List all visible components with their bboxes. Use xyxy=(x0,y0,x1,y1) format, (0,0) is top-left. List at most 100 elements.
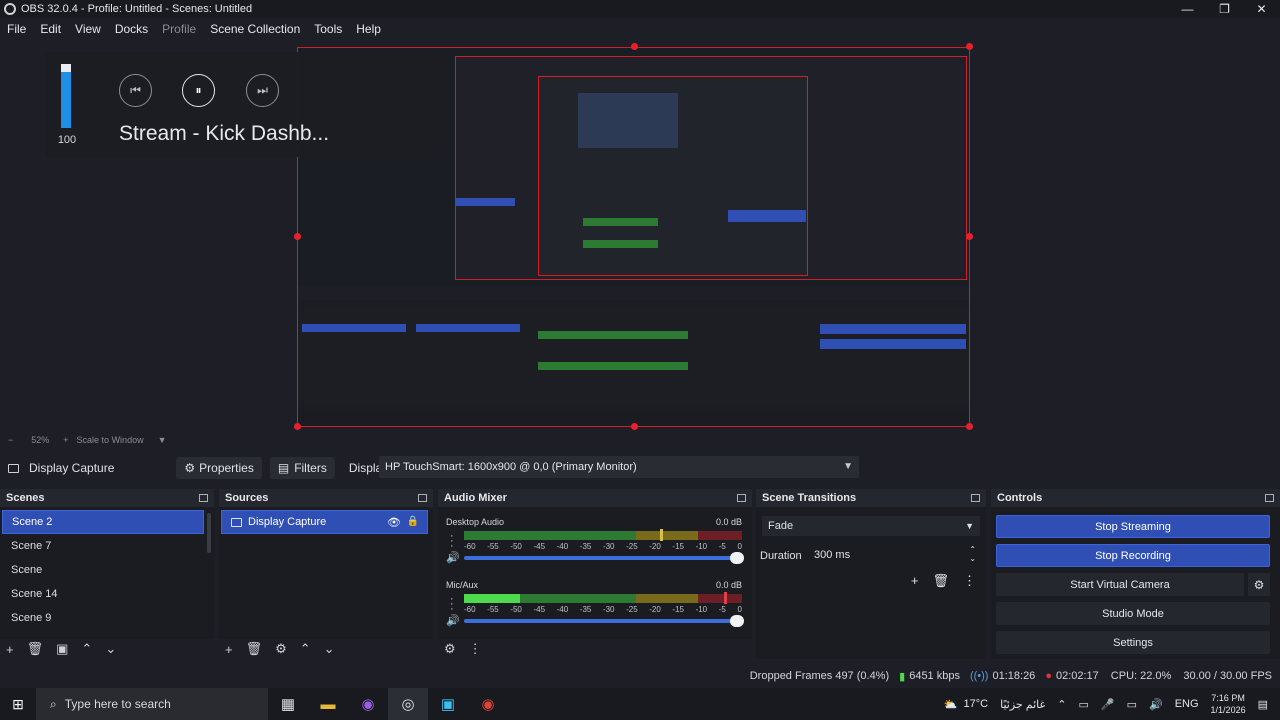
channel-menu-icon[interactable]: · · · xyxy=(450,594,454,615)
spin-arrows-icon[interactable]: ⌃ ⌄ xyxy=(969,545,976,563)
scene-item[interactable]: Scene 9 xyxy=(2,606,204,630)
show-hidden-icons[interactable]: ⌃ xyxy=(1057,698,1066,711)
settings-button[interactable]: Settings xyxy=(996,631,1270,654)
resize-handle[interactable] xyxy=(294,233,301,240)
undock-icon[interactable] xyxy=(199,494,208,502)
close-button[interactable]: ✕ xyxy=(1243,0,1280,18)
volume-icon[interactable]: 🔊 xyxy=(1149,698,1163,711)
trash-icon[interactable]: 🗑 xyxy=(27,641,44,657)
scene-filter-icon[interactable]: ▣ xyxy=(56,641,68,657)
volume-fader[interactable] xyxy=(464,615,744,627)
undock-icon[interactable] xyxy=(737,494,746,502)
filters-button[interactable]: ▤ Filters xyxy=(269,457,335,479)
stop-streaming-button[interactable]: Stop Streaming xyxy=(996,515,1270,538)
preview-area[interactable]: 100 ⏮ ⏸ ⏭ Stream - Kick Dashb... xyxy=(0,40,1280,433)
microphone-icon[interactable]: 🎤 xyxy=(1101,698,1115,711)
move-down-icon[interactable]: ⌄ xyxy=(324,641,335,657)
source-item[interactable]: Display Capture 👁 🔒 xyxy=(221,510,428,534)
maximize-button[interactable]: ❐ xyxy=(1206,0,1243,18)
notifications-icon[interactable]: ▤ xyxy=(1258,698,1268,711)
task-view-icon[interactable]: ▦ xyxy=(268,688,308,720)
scene-item[interactable]: Scene 7 xyxy=(2,534,204,558)
menu-tools[interactable]: Tools xyxy=(307,22,349,36)
undock-icon[interactable] xyxy=(418,494,427,502)
next-track-button[interactable]: ⏭ xyxy=(246,74,279,107)
scenes-scrollbar[interactable] xyxy=(207,513,211,553)
scene-item[interactable]: Scene 2 xyxy=(2,510,204,534)
studio-mode-button[interactable]: Studio Mode xyxy=(996,602,1270,625)
menu-view[interactable]: View xyxy=(68,22,108,36)
menu-docks[interactable]: Docks xyxy=(108,22,155,36)
store-app-icon[interactable]: ▣ xyxy=(428,688,468,720)
resize-handle[interactable] xyxy=(294,423,301,430)
move-up-icon[interactable]: ⌃ xyxy=(81,641,92,657)
menu-edit[interactable]: Edit xyxy=(33,22,68,36)
window-title: OBS 32.0.4 - Profile: Untitled - Scenes:… xyxy=(21,3,253,15)
menu-help[interactable]: Help xyxy=(349,22,388,36)
chrome-profile-icon[interactable]: ◉ xyxy=(348,688,388,720)
menu-file[interactable]: File xyxy=(0,22,33,36)
peak-marker xyxy=(660,529,663,541)
resize-handle[interactable] xyxy=(631,43,638,50)
resize-handle[interactable] xyxy=(966,43,973,50)
duration-spinbox[interactable]: 300 ms ⌃ ⌄ xyxy=(808,545,980,565)
start-virtual-camera-button[interactable]: Start Virtual Camera xyxy=(996,573,1244,596)
menu-scene-collection[interactable]: Scene Collection xyxy=(203,22,307,36)
scene-item[interactable]: Scene 14 xyxy=(2,582,204,606)
previous-track-button[interactable]: ⏮ xyxy=(119,74,152,107)
file-explorer-icon[interactable]: ▬ xyxy=(308,688,348,720)
fader-knob[interactable] xyxy=(730,615,744,627)
clock[interactable]: 7:16 PM 1/1/2026 xyxy=(1211,692,1246,716)
resize-handle[interactable] xyxy=(966,233,973,240)
cpu-usage: CPU: 22.0% xyxy=(1110,670,1172,682)
undock-icon[interactable] xyxy=(1265,494,1274,502)
fader-knob[interactable] xyxy=(730,552,744,564)
zoom-out-button[interactable]: − xyxy=(8,435,13,445)
stop-recording-button[interactable]: Stop Recording xyxy=(996,544,1270,567)
network-icon[interactable]: ▭ xyxy=(1127,698,1137,711)
lock-icon[interactable]: 🔒 xyxy=(407,516,419,527)
stream-live-icon: ((•)) xyxy=(969,670,989,682)
undock-icon[interactable] xyxy=(971,494,980,502)
weather-temp[interactable]: 17°C xyxy=(964,698,989,710)
resize-handle[interactable] xyxy=(631,423,638,430)
audio-mixer-footer: ⚙ ⋮ xyxy=(438,639,752,659)
move-up-icon[interactable]: ⌃ xyxy=(300,641,311,657)
obs-taskbar-icon[interactable]: ◎ xyxy=(388,688,428,720)
properties-button[interactable]: ⚙ Properties xyxy=(176,457,262,479)
gear-icon[interactable]: ⚙ xyxy=(275,641,287,657)
add-source-icon[interactable]: + xyxy=(225,642,233,657)
device-icon[interactable]: ▭ xyxy=(1078,698,1088,711)
volume-level-bar[interactable] xyxy=(61,64,71,128)
mixer-menu-icon[interactable]: ⋮ xyxy=(469,641,482,657)
clock-date: 1/1/2026 xyxy=(1210,705,1246,715)
chrome-icon[interactable]: ◉ xyxy=(468,688,508,720)
pause-button[interactable]: ⏸ xyxy=(182,74,215,107)
channel-menu-icon[interactable]: · · · xyxy=(450,531,454,552)
trash-icon[interactable]: 🗑 xyxy=(932,573,949,589)
zoom-in-button[interactable]: + xyxy=(63,435,68,445)
move-down-icon[interactable]: ⌄ xyxy=(105,641,116,657)
scale-mode-dropdown-icon[interactable]: ▼ xyxy=(158,435,167,445)
resize-handle[interactable] xyxy=(966,423,973,430)
display-select[interactable]: HP TouchSmart: 1600x900 @ 0,0 (Primary M… xyxy=(379,456,859,478)
virtual-camera-settings-icon[interactable]: ⚙ xyxy=(1248,573,1270,596)
advanced-audio-icon[interactable]: ⚙ xyxy=(444,641,456,657)
speaker-icon[interactable]: 🔊 xyxy=(446,551,460,564)
transition-menu-icon[interactable]: ⋮ xyxy=(963,573,976,589)
windows-start-button[interactable]: ⊞ xyxy=(0,688,36,720)
trash-icon[interactable]: 🗑 xyxy=(246,641,263,657)
scene-item[interactable]: Scene xyxy=(2,558,204,582)
menu-profile[interactable]: Profile xyxy=(155,22,203,36)
volume-fader[interactable] xyxy=(464,552,744,564)
eye-icon[interactable]: 👁 xyxy=(387,516,401,529)
add-scene-icon[interactable]: + xyxy=(6,642,14,657)
weather-text[interactable]: غائم جزئيًا xyxy=(1000,698,1045,711)
weather-icon[interactable]: ⛅ xyxy=(944,698,958,711)
taskbar-search[interactable]: ⌕ Type here to search xyxy=(36,688,268,720)
language-indicator[interactable]: ENG xyxy=(1175,698,1199,710)
speaker-icon[interactable]: 🔊 xyxy=(446,614,460,627)
minimize-button[interactable]: — xyxy=(1169,0,1206,18)
add-transition-icon[interactable]: + xyxy=(911,573,919,589)
transition-select[interactable]: Fade ▼ xyxy=(762,516,980,536)
